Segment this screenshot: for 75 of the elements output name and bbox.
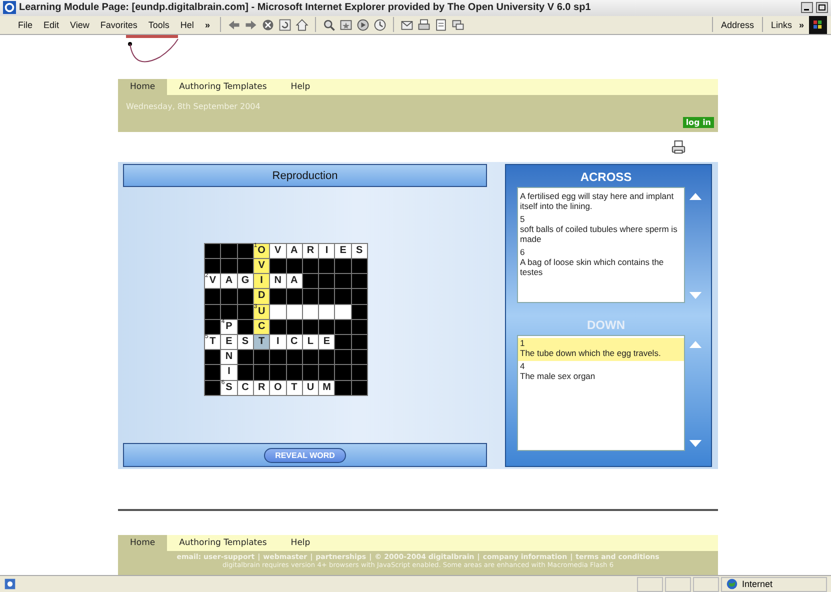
favorites-icon[interactable] (338, 18, 353, 32)
login-button[interactable]: log in (682, 117, 714, 128)
blocked-square (204, 350, 221, 365)
crossword-cell[interactable]: I (318, 243, 335, 258)
date-text: Wednesday, 8th September 2004 (126, 102, 260, 112)
status-pane (665, 576, 691, 592)
nav-tab[interactable]: Help (278, 79, 322, 96)
menu-item[interactable]: File (14, 20, 37, 30)
links-overflow[interactable]: » (796, 20, 806, 30)
clue-item[interactable]: 6 A bag of loose skin which contains the testes (518, 247, 684, 280)
discuss-icon[interactable] (450, 18, 465, 32)
clue-number: 1 (520, 338, 526, 348)
blocked-square (204, 243, 221, 258)
footer-nav-tab[interactable]: Authoring Templates (167, 535, 279, 552)
windows-logo-icon (809, 16, 827, 34)
blocked-square (204, 288, 221, 304)
menu-item[interactable]: Tools (144, 20, 174, 30)
address-label[interactable]: Address (718, 20, 756, 30)
status-pane (637, 576, 663, 592)
crossword-cell[interactable]: A (286, 243, 302, 258)
zone-label: Internet (742, 579, 773, 590)
clue-number: 5 (520, 214, 526, 224)
stop-icon[interactable] (260, 18, 275, 32)
window-title: Learning Module Page: [eundp.digitalbrain.com] - Microsoft Internet Explorer provided by The Open University V 6.0 sp1 (19, 2, 591, 14)
menu-item[interactable]: View (66, 20, 94, 30)
scroll-up-icon[interactable] (689, 193, 702, 200)
menu-overflow[interactable]: » (200, 20, 214, 30)
blocked-square (204, 258, 221, 274)
blocked-square (204, 364, 221, 380)
blocked-square (204, 304, 221, 320)
clue-number: 6 (520, 247, 526, 258)
clues-heading: ACROSS (579, 169, 633, 186)
status-pane (693, 576, 719, 592)
crossword-cell[interactable]: R (302, 243, 319, 258)
history-icon[interactable] (372, 18, 387, 32)
home-icon[interactable] (294, 18, 309, 32)
clue-item[interactable]: 5 soft balls of coiled tubules where sperm is made (518, 214, 684, 248)
globe-icon (726, 578, 738, 590)
printer-icon[interactable] (671, 140, 686, 155)
clue-number: 4 (520, 361, 526, 372)
blocked-square (204, 319, 221, 334)
scroll-down-icon[interactable] (689, 440, 702, 448)
clue-text: soft balls of coiled tubules where sperm is made (520, 224, 678, 244)
clue-text: A bag of loose skin which contains the testes (520, 257, 665, 278)
browser-logo-icon (3, 1, 16, 14)
blocked-square (204, 380, 221, 396)
puzzle-title: Reproduction (272, 170, 338, 182)
media-icon[interactable] (356, 18, 370, 32)
crossword-cell[interactable]: E (334, 243, 352, 258)
clues-heading: DOWN (586, 317, 626, 334)
clue-item[interactable]: 1 The tube down which the egg travels. (518, 338, 684, 362)
crossword-cell[interactable]: V (270, 243, 286, 258)
footer-nav-tab[interactable]: Help (278, 535, 322, 552)
clue-item[interactable]: A fertilised egg will stay here and implant itself into the lining. (518, 190, 684, 214)
footer-nav-tab[interactable]: Home (118, 535, 168, 552)
nav-tab[interactable]: Authoring Templates (167, 79, 279, 96)
print-icon[interactable] (416, 18, 431, 32)
crossword-cell[interactable]: S (351, 243, 368, 258)
clue-text: The male sex organ (520, 371, 596, 382)
links-label[interactable]: Links (768, 20, 794, 30)
refresh-icon[interactable] (278, 18, 292, 32)
minimize-icon[interactable] (801, 2, 813, 14)
menu-item[interactable]: Edit (40, 20, 64, 30)
nav-tab[interactable]: Home (118, 79, 168, 96)
blocked-square (220, 243, 238, 258)
blocked-square (237, 243, 254, 258)
edit-icon[interactable] (434, 18, 448, 32)
clue-text: A fertilised egg will stay here and implant itself into the lining. (520, 191, 675, 212)
search-icon[interactable] (322, 18, 336, 32)
clue-text: The tube down which the egg travels. (520, 348, 662, 358)
restore-icon[interactable] (816, 2, 828, 14)
menu-item[interactable]: Favorites (96, 20, 142, 30)
clue-item[interactable]: 4 The male sex organ (518, 361, 684, 384)
page-icon (4, 578, 16, 590)
menu-item[interactable]: Hel (176, 20, 198, 30)
